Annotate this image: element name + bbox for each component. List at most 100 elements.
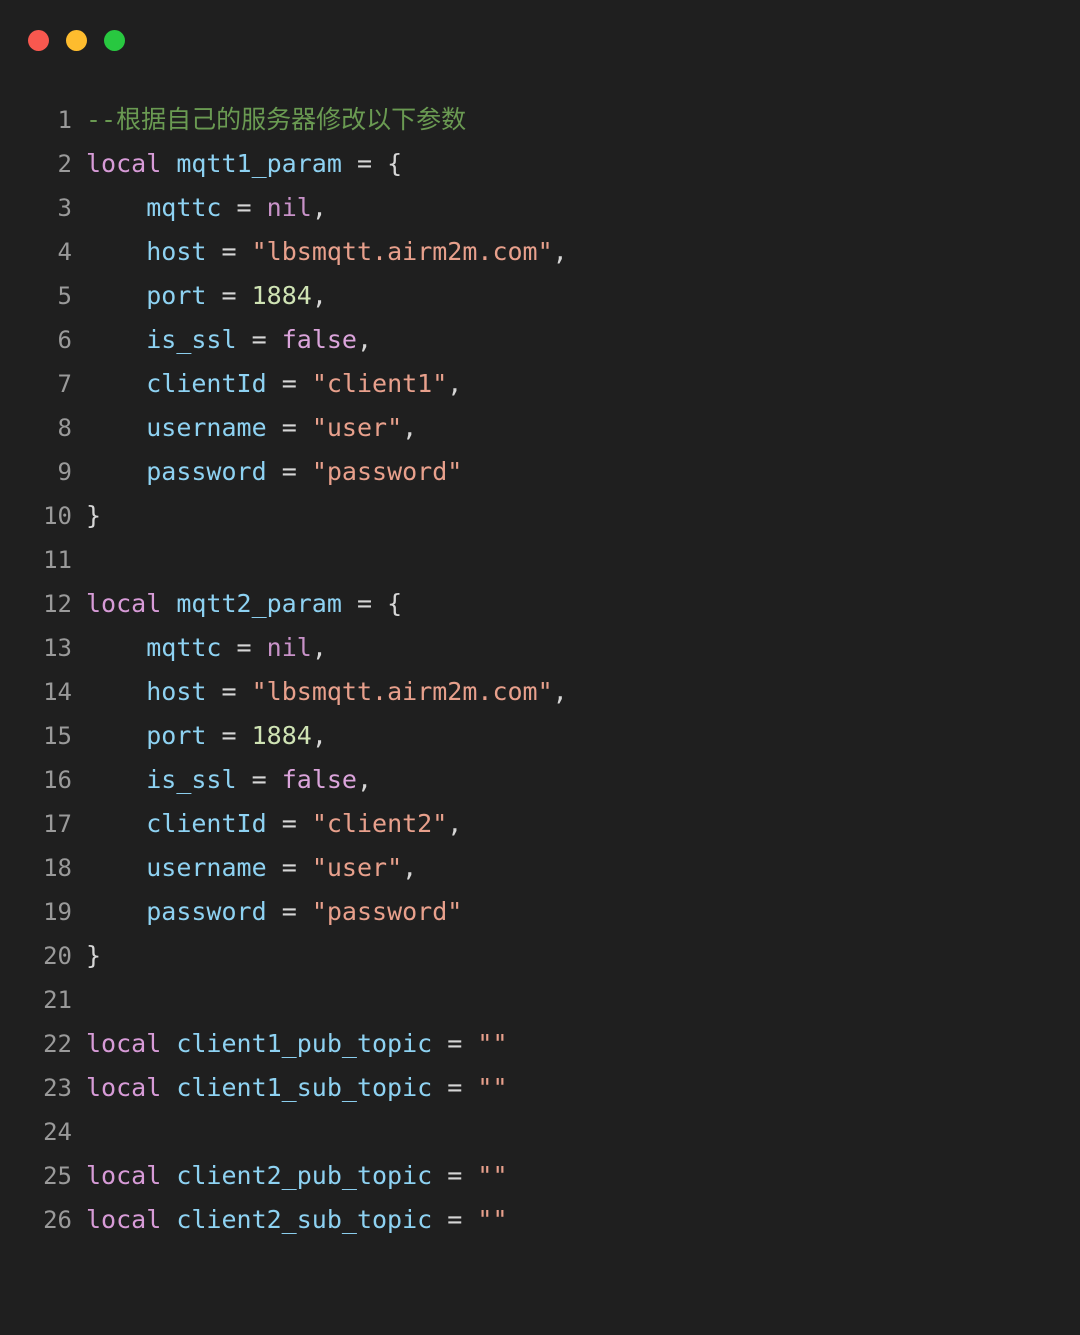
code-line[interactable]: 11 <box>0 538 1080 582</box>
code-line[interactable]: 23 local client1_sub_topic = "" <box>0 1066 1080 1110</box>
code-line-content: clientId = "client1", <box>86 362 1080 406</box>
code-token-string: "lbsmqtt.airm2m.com" <box>251 237 553 266</box>
code-line[interactable]: 26 local client2_sub_topic = "" <box>0 1198 1080 1242</box>
code-token-prop: mqttc <box>146 193 222 222</box>
code-token-comment: --根据自己的服务器修改以下参数 <box>86 105 467 134</box>
code-line[interactable]: 5 port = 1884, <box>0 274 1080 318</box>
code-line[interactable]: 8 username = "user", <box>0 406 1080 450</box>
code-token-bool: false <box>281 325 357 354</box>
code-token-punct: , <box>552 677 568 706</box>
code-token-op: = <box>281 369 297 398</box>
code-token-op: = <box>281 853 297 882</box>
code-line[interactable]: 22 local client1_pub_topic = "" <box>0 1022 1080 1066</box>
line-number: 11 <box>43 546 72 574</box>
code-line[interactable]: 7 clientId = "client1", <box>0 362 1080 406</box>
code-line[interactable]: 4 host = "lbsmqtt.airm2m.com", <box>0 230 1080 274</box>
code-token-prop: port <box>146 281 207 310</box>
code-line[interactable]: 25 local client2_pub_topic = "" <box>0 1154 1080 1198</box>
code-token-punct: , <box>447 369 463 398</box>
line-number: 6 <box>57 326 72 354</box>
code-token-prop: host <box>146 677 207 706</box>
code-token-punct: , <box>356 765 373 794</box>
code-token-prop: mqttc <box>146 633 222 662</box>
code-line[interactable]: 24 <box>0 1110 1080 1154</box>
code-line[interactable]: 1 --根据自己的服务器修改以下参数 <box>0 98 1080 142</box>
code-token-op: = <box>447 1161 463 1190</box>
code-token-prop: port <box>146 721 207 750</box>
line-number: 18 <box>43 854 72 882</box>
code-line[interactable]: 18 username = "user", <box>0 846 1080 890</box>
code-token-op: = <box>447 1073 463 1102</box>
code-line[interactable]: 19 password = "password" <box>0 890 1080 934</box>
code-token-punct: } <box>86 941 102 970</box>
code-line[interactable]: 20} <box>0 934 1080 978</box>
code-line-content: local client1_pub_topic = "" <box>86 1022 1080 1066</box>
line-number: 16 <box>43 766 72 794</box>
code-token-string: "" <box>477 1029 508 1058</box>
code-token-keyword: local <box>86 1029 162 1058</box>
line-number: 10 <box>43 502 72 530</box>
code-token-op: = <box>236 633 252 662</box>
code-token-number: 1884 <box>251 721 312 750</box>
line-number: 2 <box>57 150 72 178</box>
maximize-button-icon[interactable] <box>104 30 125 51</box>
code-line[interactable]: 3 mqttc = nil, <box>0 186 1080 230</box>
code-token-punct: { <box>387 589 403 618</box>
code-line-content: mqttc = nil, <box>86 186 1080 230</box>
code-token-prop: is_ssl <box>146 765 237 794</box>
code-line[interactable]: 6 is_ssl = false, <box>0 318 1080 362</box>
line-number: 8 <box>57 414 72 442</box>
code-line[interactable]: 10} <box>0 494 1080 538</box>
code-editor[interactable]: 1 --根据自己的服务器修改以下参数 2 local mqtt1_param = {3… <box>0 78 1080 1335</box>
code-line[interactable]: 9 password = "password" <box>0 450 1080 494</box>
code-line[interactable]: 17 clientId = "client2", <box>0 802 1080 846</box>
code-line[interactable]: 13 mqttc = nil, <box>0 626 1080 670</box>
code-line[interactable]: 21 <box>0 978 1080 1022</box>
code-token-ident: mqtt1_param <box>176 149 342 178</box>
code-token-number: 1884 <box>251 281 312 310</box>
code-token-ident: client1_sub_topic <box>176 1073 433 1102</box>
minimize-button-icon[interactable] <box>66 30 87 51</box>
code-line-content: port = 1884, <box>86 274 1080 318</box>
close-button-icon[interactable] <box>28 30 49 51</box>
code-line[interactable]: 12 local mqtt2_param = { <box>0 582 1080 626</box>
code-line[interactable]: 16 is_ssl = false, <box>0 758 1080 802</box>
code-line[interactable]: 2 local mqtt1_param = { <box>0 142 1080 186</box>
code-token-string: "user" <box>311 413 403 442</box>
line-number: 12 <box>43 590 72 618</box>
code-line-content: clientId = "client2", <box>86 802 1080 846</box>
code-token-punct: , <box>402 413 418 442</box>
line-number: 20 <box>43 942 72 970</box>
code-line[interactable]: 14 host = "lbsmqtt.airm2m.com", <box>0 670 1080 714</box>
code-line-content: } <box>86 934 1080 978</box>
code-token-op: = <box>221 677 237 706</box>
code-token-op: = <box>221 721 237 750</box>
code-token-punct: , <box>402 853 418 882</box>
code-line[interactable]: 15 port = 1884, <box>0 714 1080 758</box>
code-token-op: = <box>251 765 267 794</box>
code-line-content: username = "user", <box>86 846 1080 890</box>
code-line-content: is_ssl = false, <box>86 318 1080 362</box>
